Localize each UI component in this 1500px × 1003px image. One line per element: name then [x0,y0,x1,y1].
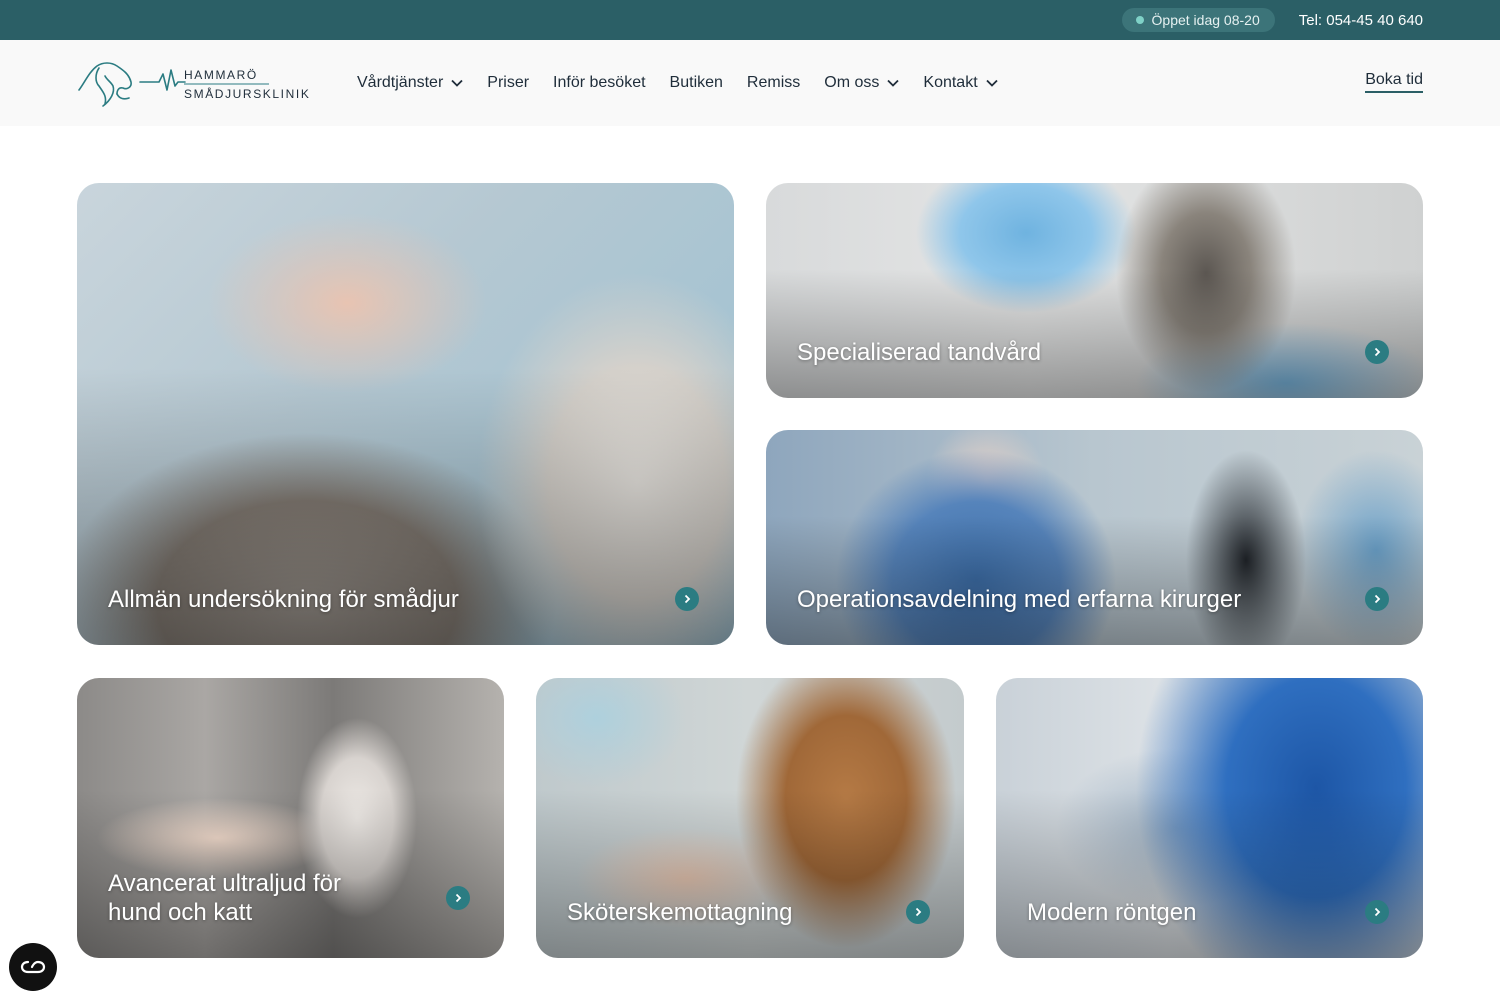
chevron-down-icon [451,79,463,87]
logo-text: HAMMARÖ SMÅDJURSKLINIK [184,66,310,104]
nav-item-label: Kontakt [923,74,978,91]
logo-line-2: SMÅDJURSKLINIK [184,87,311,101]
service-card-xray[interactable]: Modern röntgen [996,678,1423,958]
card-title-line-2: hund och katt [108,899,253,926]
chevron-right-icon [446,886,470,910]
image-overlay [77,183,734,645]
nav-item-label: Vårdtjänster [357,74,444,91]
logo-line-1: HAMMARÖ [184,68,258,82]
status-dot-icon [1135,16,1144,24]
chevron-right-icon [1365,587,1389,611]
book-appointment-link[interactable]: Boka tid [1365,71,1423,93]
chevron-right-icon [1365,340,1389,364]
nav-item-vardtjanster[interactable]: Vårdtjänster [357,74,463,92]
service-card-dental[interactable]: Specialiserad tandvård [766,183,1423,398]
chevron-right-icon [906,900,930,924]
nav-item-om-oss[interactable]: Om oss [824,74,900,92]
card-title: Sköterskemottagning [567,899,793,926]
nav-item-butiken[interactable]: Butiken [670,74,723,92]
card-title-line-1: Avancerat ultraljud för [108,870,342,897]
nav-item-remiss[interactable]: Remiss [747,74,800,92]
card-title: Avancerat ultraljud för hund och katt [108,869,341,927]
service-card-general-exam[interactable]: Allmän undersökning för smådjur [77,183,734,645]
card-title: Allmän undersökning för smådjur [108,586,459,613]
open-status-badge: Öppet idag 08-20 [1121,8,1275,32]
top-bar: Öppet idag 08-20 Tel: 054-45 40 640 [0,0,1500,40]
infinity-icon [20,960,46,974]
card-title: Specialiserad tandvård [797,339,1042,366]
service-card-surgery[interactable]: Operationsavdelning med erfarna kirurger [766,430,1423,645]
site-header: HAMMARÖ SMÅDJURSKLINIK Vårdtjänster Pris… [0,40,1500,126]
nav-item-label: Inför besöket [553,74,646,91]
nav-item-label: Remiss [746,74,801,91]
phone-link[interactable]: Tel: 054-45 40 640 [1299,12,1423,29]
service-card-nurse[interactable]: Sköterskemottagning [536,678,964,958]
nav-item-label: Om oss [824,74,880,91]
chevron-right-icon [675,587,699,611]
service-card-ultrasound[interactable]: Avancerat ultraljud för hund och katt [77,678,504,958]
main-nav: Vårdtjänster Priser Inför besöket Butike… [357,40,998,126]
nav-item-priser[interactable]: Priser [487,74,529,92]
open-status-text: Öppet idag 08-20 [1151,12,1260,28]
chevron-down-icon [986,79,998,87]
nav-item-label: Butiken [669,74,723,91]
nav-item-label: Priser [487,74,530,91]
card-title: Operationsavdelning med erfarna kirurger [797,586,1242,613]
logo[interactable]: HAMMARÖ SMÅDJURSKLINIK [77,56,317,112]
accessibility-toggle-button[interactable] [9,943,57,991]
nav-item-infor-besoket[interactable]: Inför besöket [553,74,646,92]
chevron-right-icon [1365,900,1389,924]
chevron-down-icon [887,79,900,87]
nav-item-kontakt[interactable]: Kontakt [923,74,998,92]
card-title: Modern röntgen [1027,899,1197,926]
